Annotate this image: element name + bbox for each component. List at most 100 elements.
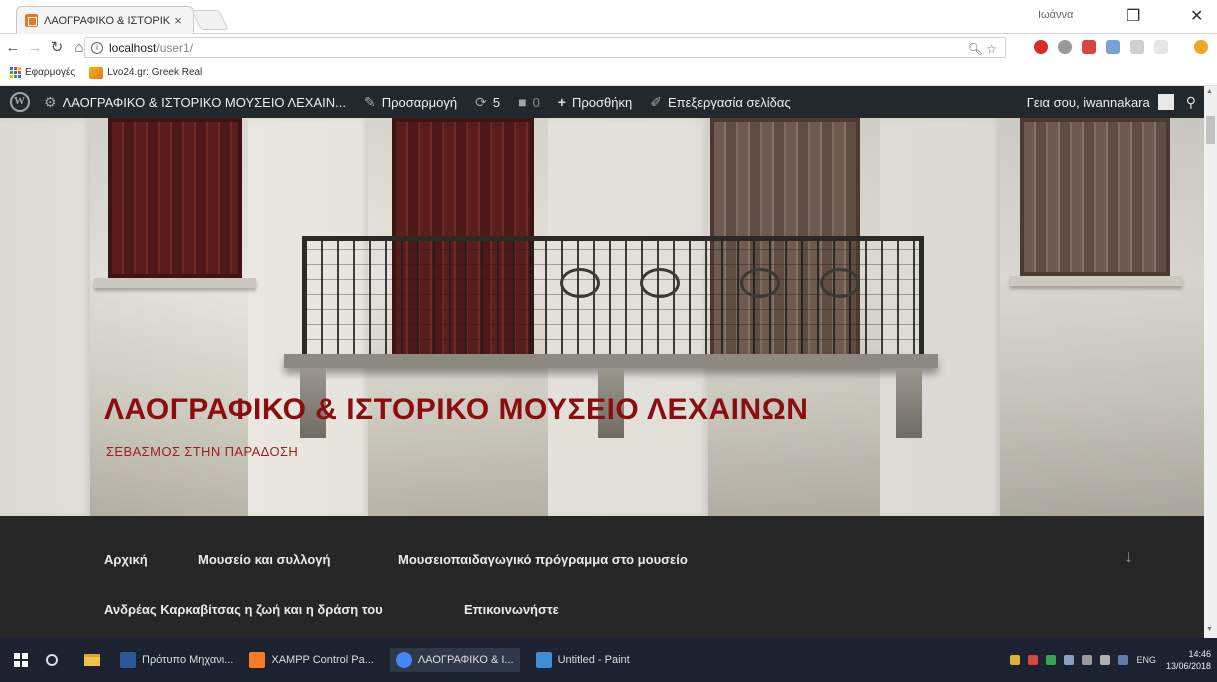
volume-icon[interactable] bbox=[1100, 655, 1111, 665]
menu-item-karkavitsas[interactable]: Ανδρέας Καρκαβίτσας η ζωή και η δράση το… bbox=[104, 602, 383, 617]
tab-title: ΛΑΟΓΡΑΦΙΚΟ & ΙΣΤΟΡΙΚ bbox=[44, 14, 171, 27]
admin-site-name[interactable]: ⚙ ΛΑΟΓΡΑΦΙΚΟ & ΙΣΤΟΡΙΚΟ ΜΟΥΣΕΙΟ ΛΕΧΑΙΝ..… bbox=[44, 94, 346, 111]
bookmarks-bar: Εφαρμογές Lvo24.gr: Greek Real bbox=[0, 60, 1217, 86]
admin-edit-page[interactable]: ✐ Επεξεργασία σελίδας bbox=[650, 94, 790, 111]
clock-time: 14:46 bbox=[1188, 649, 1211, 659]
page-scrollbar[interactable]: ▲ ▼ bbox=[1204, 86, 1217, 638]
extension-puzzle-icon[interactable] bbox=[1130, 40, 1144, 54]
profile-name[interactable]: Ιωάννα bbox=[1038, 9, 1073, 21]
tab-close-button[interactable]: × bbox=[171, 13, 185, 28]
bookmark-label: Εφαρμογές bbox=[25, 67, 76, 78]
window-sill bbox=[1010, 276, 1182, 286]
bookmark-lvo24[interactable]: Lvo24.gr: Greek Real bbox=[89, 66, 203, 79]
site-favicon-icon bbox=[25, 14, 38, 27]
wp-admin-bar: ⚙ ΛΑΟΓΡΑΦΙΚΟ & ΙΣΤΟΡΙΚΟ ΜΟΥΣΕΙΟ ΛΕΧΑΙΝ..… bbox=[0, 86, 1204, 118]
address-bar[interactable]: i localhost /user1/ 🔍︎ ☆ bbox=[84, 37, 1006, 58]
apps-grid-icon bbox=[10, 67, 21, 78]
site-tagline: ΣΕΒΑΣΜΟΣ ΣΤΗΝ ΠΑΡΑΔΟΣΗ bbox=[106, 444, 299, 459]
back-icon[interactable]: ← bbox=[4, 39, 22, 56]
railing-scroll bbox=[560, 268, 600, 298]
input-language[interactable]: ENG bbox=[1136, 655, 1156, 665]
main-navigation: Αρχική Μουσείο και συλλογή Μουσειοπαιδαγ… bbox=[0, 516, 1204, 638]
windows-taskbar: Πρότυπο Μηχανι... XAMPP Control Pa... ΛΑ… bbox=[0, 638, 1217, 682]
tray-app-icon[interactable] bbox=[1010, 655, 1021, 665]
site-title[interactable]: ΛΑΟΓΡΑΦΙΚΟ & ΙΣΤΟΡΙΚΟ ΜΟΥΣΕΙΟ ΛΕΧΑΙΝΩΝ bbox=[104, 393, 808, 427]
taskbar-app-chrome[interactable]: ΛΑΟΓΡΑΦΙΚΟ & Ι... bbox=[389, 648, 520, 672]
bookmark-label: Lvo24.gr: Greek Real bbox=[107, 67, 203, 78]
windows-start-icon[interactable] bbox=[14, 653, 28, 667]
search-icon[interactable] bbox=[46, 654, 58, 666]
notification-icon[interactable] bbox=[1118, 655, 1129, 665]
chrome-menu-alert-icon[interactable] bbox=[1194, 40, 1208, 54]
extension-gear-icon[interactable] bbox=[1058, 40, 1072, 54]
extension-adblock-icon[interactable] bbox=[1034, 40, 1048, 54]
tray-app-icon[interactable] bbox=[1046, 655, 1057, 665]
site-info-icon[interactable]: i bbox=[91, 41, 103, 54]
forward-icon[interactable]: → bbox=[26, 39, 44, 56]
scroll-down-arrow-icon[interactable]: ▼ bbox=[1206, 626, 1213, 633]
taskbar-app-label: Untitled - Paint bbox=[557, 654, 630, 666]
menu-item-contact[interactable]: Επικοινωνήστε bbox=[464, 602, 559, 617]
menu-item-museum[interactable]: Μουσείο και συλλογή bbox=[198, 552, 330, 567]
close-window-icon[interactable]: ✕ bbox=[1190, 6, 1203, 26]
url-host: localhost bbox=[109, 40, 157, 55]
clock-date: 13/06/2018 bbox=[1165, 661, 1211, 671]
url-path: /user1/ bbox=[156, 40, 194, 55]
taskbar-app-label: Πρότυπο Μηχανι... bbox=[142, 654, 234, 666]
comments-count: 0 bbox=[532, 94, 540, 110]
extension-red-icon[interactable] bbox=[1082, 40, 1096, 54]
admin-updates[interactable]: ⟳ 5 bbox=[475, 94, 500, 111]
railing-scroll bbox=[740, 268, 780, 298]
admin-new[interactable]: + Προσθήκη bbox=[558, 94, 632, 110]
taskbar-app-label: ΛΑΟΓΡΑΦΙΚΟ & Ι... bbox=[417, 654, 514, 666]
admin-comments[interactable]: ■ 0 bbox=[518, 94, 540, 110]
system-tray: ENG 14:46 13/06/2018 bbox=[1010, 638, 1217, 682]
browser-tab-strip: ΛΑΟΓΡΑΦΙΚΟ & ΙΣΤΟΡΙΚ × Ιωάννα ❐ ✕ bbox=[0, 0, 1217, 34]
brush-icon: ✎ bbox=[363, 93, 376, 110]
extension-box-icon[interactable] bbox=[1154, 40, 1168, 54]
window-shutter-right bbox=[1020, 118, 1170, 276]
restore-window-icon[interactable]: ❐ bbox=[1126, 6, 1140, 26]
file-explorer-icon[interactable] bbox=[84, 654, 100, 666]
bookmark-site-icon bbox=[89, 66, 104, 79]
avatar[interactable] bbox=[1157, 94, 1174, 110]
wordpress-logo-icon[interactable] bbox=[10, 92, 30, 112]
new-label: Προσθήκη bbox=[571, 94, 633, 110]
plus-icon: + bbox=[557, 94, 566, 110]
extension-user-icon[interactable] bbox=[1106, 40, 1120, 54]
window-shutter-left bbox=[108, 118, 242, 278]
header-hero-image: ΛΑΟΓΡΑΦΙΚΟ & ΙΣΤΟΡΙΚΟ ΜΟΥΣΕΙΟ ΛΕΧΑΙΝΩΝ Σ… bbox=[0, 118, 1204, 516]
taskbar-app-paint[interactable]: Untitled - Paint bbox=[535, 652, 630, 668]
balcony-bracket bbox=[896, 368, 922, 438]
menu-item-program[interactable]: Μουσειοπαιδαγωγικό πρόγραμμα στο μουσείο bbox=[398, 552, 688, 567]
taskbar-app-word[interactable]: Πρότυπο Μηχανι... bbox=[120, 652, 233, 668]
paint-icon bbox=[535, 652, 552, 668]
reload-icon[interactable]: ↻ bbox=[48, 38, 66, 56]
taskbar-app-label: XAMPP Control Pa... bbox=[271, 654, 374, 666]
site-name-label: ΛΑΟΓΡΑΦΙΚΟ & ΙΣΤΟΡΙΚΟ ΜΟΥΣΕΙΟ ΛΕΧΑΙΝ... bbox=[62, 94, 346, 110]
new-tab-button[interactable] bbox=[191, 10, 229, 30]
network-icon[interactable] bbox=[1082, 655, 1093, 665]
menu-item-home[interactable]: Αρχική bbox=[104, 552, 148, 567]
tray-app-icon[interactable] bbox=[1028, 655, 1039, 665]
clock[interactable]: 14:46 13/06/2018 bbox=[1166, 648, 1211, 672]
scrollbar-thumb[interactable] bbox=[1206, 116, 1215, 144]
updates-count: 5 bbox=[492, 94, 501, 110]
admin-customize[interactable]: ✎ Προσαρμογή bbox=[364, 94, 457, 111]
tray-app-icon[interactable] bbox=[1064, 655, 1075, 665]
greeting-label: Γεια σου, iwannakara bbox=[1026, 94, 1150, 110]
railing-scroll bbox=[820, 268, 860, 298]
taskbar-app-xampp[interactable]: XAMPP Control Pa... bbox=[249, 652, 374, 668]
admin-account[interactable]: Γεια σου, iwannakara ⚲ bbox=[1027, 86, 1196, 118]
updates-icon: ⟳ bbox=[475, 93, 487, 110]
comment-icon: ■ bbox=[518, 94, 527, 110]
scroll-up-arrow-icon[interactable]: ▲ bbox=[1206, 88, 1213, 95]
browser-tab[interactable]: ΛΑΟΓΡΑΦΙΚΟ & ΙΣΤΟΡΙΚ × bbox=[16, 6, 194, 34]
zoom-and-star-icons[interactable]: 🔍︎ ☆ bbox=[968, 42, 997, 56]
bookmark-apps[interactable]: Εφαρμογές bbox=[10, 67, 75, 78]
pencil-icon: ✐ bbox=[650, 93, 662, 110]
search-icon[interactable]: ⚲ bbox=[1186, 94, 1196, 111]
chrome-icon bbox=[395, 652, 412, 668]
window-sill bbox=[94, 278, 256, 288]
scroll-down-arrow-icon[interactable]: ↓ bbox=[1124, 546, 1133, 567]
